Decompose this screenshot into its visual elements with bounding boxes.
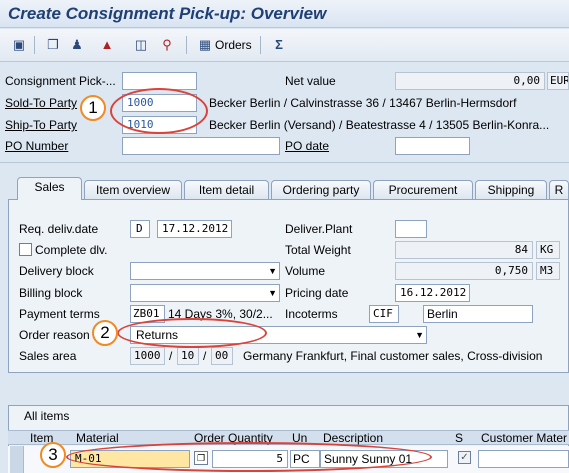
all-items-label: All items <box>24 409 70 423</box>
toolbar-separator <box>34 36 35 54</box>
tab-shipping[interactable]: Shipping <box>475 180 547 199</box>
sales-area-label: Sales area <box>19 349 77 363</box>
volume-field: 0,750 <box>395 262 533 280</box>
incoterms-code-field[interactable]: CIF <box>369 305 399 323</box>
complete-dlv-checkbox[interactable] <box>19 243 32 256</box>
callout-2-badge: 2 <box>92 320 118 346</box>
column-header-customer-material[interactable]: Customer Mater <box>481 431 567 445</box>
toolbar-separator <box>186 36 187 54</box>
header-person-icon[interactable]: ♟ <box>68 36 86 54</box>
tab-procurement[interactable]: Procurement <box>373 180 473 199</box>
column-header-status[interactable]: S <box>455 431 463 445</box>
po-number-label[interactable]: PO Number <box>5 139 68 153</box>
volume-unit: M3 <box>536 262 560 280</box>
header-divider <box>0 162 569 163</box>
search-icon[interactable]: ⚲ <box>158 36 176 54</box>
order-reason-label: Order reason <box>19 328 90 342</box>
sales-area-separator: / <box>169 349 173 363</box>
sold-to-description: Becker Berlin / Calvinstrasse 36 / 13467… <box>209 96 517 110</box>
callout-3-outline <box>66 442 432 472</box>
callout-3-badge: 3 <box>40 442 66 468</box>
incoterms-label: Incoterms <box>285 307 338 321</box>
ship-to-description: Becker Berlin (Versand) / Beatestrasse 4… <box>209 118 550 132</box>
po-number-field[interactable] <box>122 137 280 155</box>
row-selector[interactable] <box>10 446 24 473</box>
po-date-label[interactable]: PO date <box>285 139 329 153</box>
total-weight-label: Total Weight <box>285 243 351 257</box>
billing-block-dropdown[interactable]: ▼ <box>130 284 280 302</box>
grid-icon[interactable]: ▦ <box>196 36 214 54</box>
ship-to-label[interactable]: Ship-To Party <box>5 118 77 132</box>
column-header-material[interactable]: Material <box>76 431 119 445</box>
sigma-icon[interactable]: Σ <box>270 36 288 54</box>
copy-icon[interactable]: ❐ <box>44 36 62 54</box>
sales-org-field: 1000 <box>130 347 165 365</box>
flow-icon[interactable]: ◫ <box>132 36 150 54</box>
callout-1-outline <box>110 88 208 134</box>
sold-to-label[interactable]: Sold-To Party <box>5 96 77 110</box>
orders-button[interactable]: Orders <box>215 38 252 52</box>
pricing-date-label: Pricing date <box>285 286 349 300</box>
consignment-label: Consignment Pick-... <box>5 74 116 88</box>
callout-1-badge: 1 <box>80 95 106 121</box>
status-checkbox[interactable]: ✓ <box>458 451 471 464</box>
deliver-plant-field[interactable] <box>395 220 427 238</box>
po-date-field[interactable] <box>395 137 470 155</box>
tab-more[interactable]: R <box>549 180 569 199</box>
callout-2-outline <box>117 318 267 348</box>
req-deliv-type-field[interactable]: D <box>130 220 150 238</box>
sales-area-description: Germany Frankfurt, Final customer sales,… <box>243 349 543 363</box>
display-document-icon[interactable]: ▣ <box>10 36 28 54</box>
sales-area-separator: / <box>203 349 207 363</box>
page-title: Create Consignment Pick-up: Overview <box>8 4 327 23</box>
total-weight-field: 84 <box>395 241 533 259</box>
toolbar-separator <box>260 36 261 54</box>
chevron-down-icon: ▼ <box>415 330 424 340</box>
billing-block-label: Billing block <box>19 286 83 300</box>
req-deliv-date-field[interactable]: 17.12.2012 <box>157 220 232 238</box>
incoterms-place-field[interactable]: Berlin <box>423 305 533 323</box>
tab-item-overview[interactable]: Item overview <box>84 180 182 199</box>
currency-field: EUR <box>547 72 569 90</box>
home-icon[interactable]: ▲ <box>98 36 116 54</box>
req-deliv-date-label: Req. deliv.date <box>19 222 99 236</box>
tab-ordering-party[interactable]: Ordering party <box>271 180 371 199</box>
distribution-channel-field: 10 <box>177 347 199 365</box>
tab-item-detail[interactable]: Item detail <box>184 180 269 199</box>
delivery-block-dropdown[interactable]: ▼ <box>130 262 280 280</box>
division-field: 00 <box>211 347 233 365</box>
complete-dlv-label: Complete dlv. <box>35 243 108 257</box>
tab-sales[interactable]: Sales <box>17 177 82 200</box>
chevron-down-icon: ▼ <box>268 288 277 298</box>
total-weight-unit: KG <box>536 241 560 259</box>
chevron-down-icon: ▼ <box>268 266 277 276</box>
delivery-block-label: Delivery block <box>19 264 94 278</box>
net-value-field: 0,00 <box>395 72 545 90</box>
deliver-plant-label: Deliver.Plant <box>285 222 353 236</box>
pricing-date-field[interactable]: 16.12.2012 <box>395 284 470 302</box>
net-value-label: Net value <box>285 74 336 88</box>
volume-label: Volume <box>285 264 326 278</box>
customer-material-field[interactable] <box>478 450 569 468</box>
payment-terms-label: Payment terms <box>19 307 100 321</box>
